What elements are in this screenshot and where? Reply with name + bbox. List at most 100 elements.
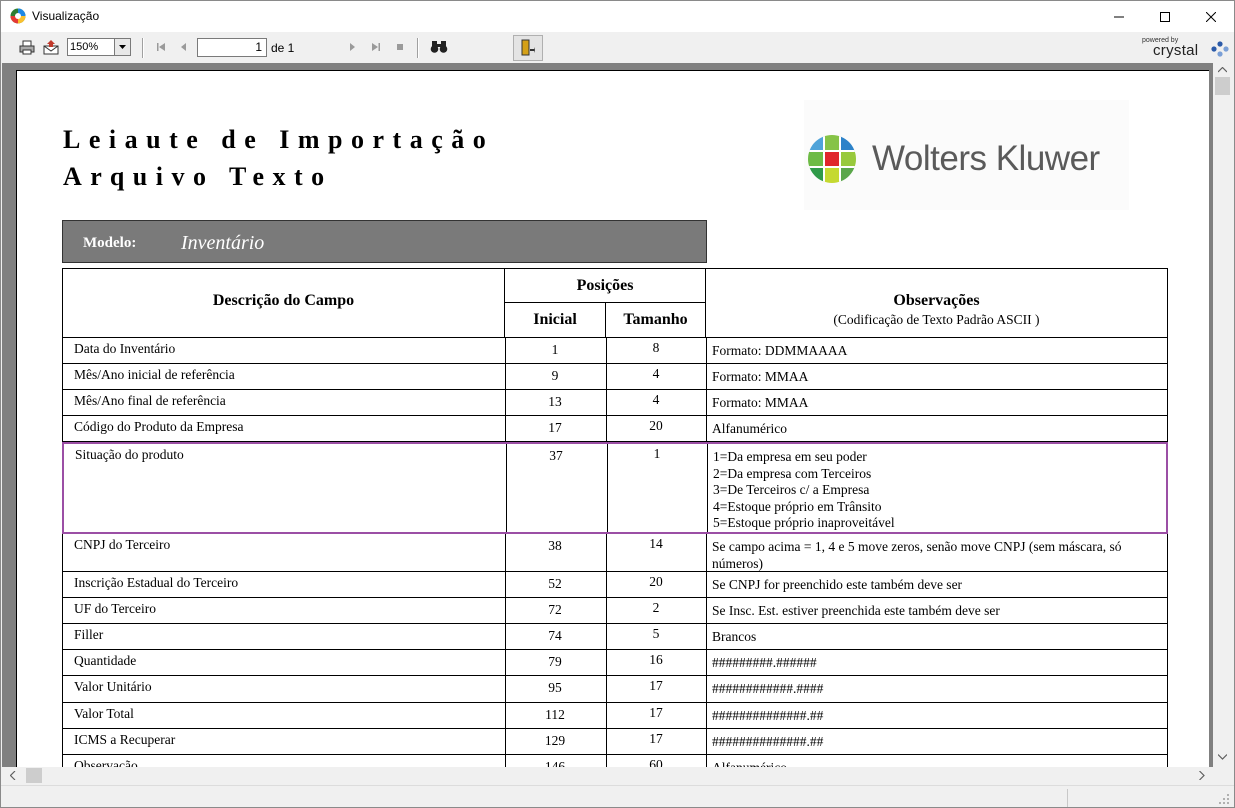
- window-title: Visualização: [32, 9, 100, 23]
- minimize-icon: [1114, 16, 1124, 17]
- cell-descricao: CNPJ do Terceiro: [74, 537, 171, 552]
- vertical-scrollbar[interactable]: [1213, 63, 1233, 767]
- cell-observacoes: Alfanumérico: [712, 760, 1162, 767]
- table-row: Inscrição Estadual do Terceiro 52 20 Se CNP…: [62, 572, 1168, 598]
- table-row: ICMS a Recuperar 129 17 ##############.##: [62, 729, 1168, 755]
- cell-inicial: 17: [548, 420, 562, 435]
- observacao-line: Formato: MMAA: [712, 395, 809, 410]
- binoculars-icon: [430, 41, 448, 53]
- zoom-value: 150%: [70, 41, 99, 53]
- maximize-button[interactable]: [1142, 1, 1188, 32]
- modelo-label: Modelo:: [83, 235, 137, 251]
- cell-inicial: 52: [548, 576, 562, 591]
- prev-page-button[interactable]: [175, 39, 193, 55]
- report-title: Leiaute de Importação Arquivo Texto: [63, 125, 495, 191]
- observacao-line: Se campo acima = 1, 4 e 5 move zeros, se…: [712, 539, 1122, 571]
- observacao-line: 3=De Terceiros c/ a Empresa: [713, 482, 870, 497]
- status-divider: [1067, 789, 1068, 807]
- export-button[interactable]: [513, 35, 543, 61]
- table-row: Situação do produto 37 1 1=Da empresa em se…: [62, 442, 1168, 534]
- cell-inicial: 72: [548, 602, 562, 617]
- header-observacoes: Observações (Codificação de Texto Padrão…: [705, 268, 1168, 338]
- cell-observacoes: 1=Da empresa em seu poder 2=Da empresa co…: [713, 449, 1163, 532]
- zoom-select[interactable]: 150%: [67, 38, 131, 56]
- observacao-line: #########.######: [712, 655, 817, 670]
- first-page-icon: [157, 43, 165, 51]
- cell-observacoes: Formato: DDMMAAAA: [712, 343, 1162, 360]
- cell-tamanho: 4: [652, 392, 660, 407]
- cell-observacoes: Alfanumérico: [712, 421, 1162, 438]
- toolbar: 150% 1 de 1 powered by crystal: [1, 32, 1234, 63]
- cell-divider: [706, 338, 707, 363]
- cell-observacoes: Formato: MMAA: [712, 369, 1162, 386]
- cell-inicial: 38: [548, 538, 562, 553]
- cell-inicial: 112: [545, 707, 565, 722]
- first-page-button[interactable]: [152, 39, 170, 55]
- cell-divider: [706, 729, 707, 754]
- scroll-left-icon[interactable]: [10, 771, 16, 780]
- page-number-input[interactable]: 1: [197, 38, 267, 57]
- maximize-icon: [1160, 11, 1170, 22]
- cell-observacoes: Brancos: [712, 629, 1162, 646]
- cell-divider: [706, 534, 707, 571]
- stop-button[interactable]: [391, 39, 409, 55]
- prev-page-icon: [181, 43, 186, 51]
- cell-divider: [706, 416, 707, 441]
- observacao-line: Alfanumérico: [712, 760, 1162, 767]
- observacao-line: Formato: MMAA: [712, 369, 809, 384]
- print-button[interactable]: [18, 39, 36, 55]
- horizontal-scroll-thumb[interactable]: [26, 768, 42, 783]
- report-viewport[interactable]: Leiaute de Importação Arquivo Texto Wolt…: [2, 63, 1233, 767]
- cell-tamanho: 4: [652, 366, 660, 381]
- toolbar-separator: [142, 38, 144, 58]
- cell-descricao: Valor Unitário: [74, 679, 152, 694]
- table-row: Data do Inventário 1 8 Formato: DDMMAAAA: [62, 338, 1168, 364]
- cell-descricao: Mês/Ano inicial de referência: [74, 367, 235, 382]
- observacao-line: Formato: DDMMAAAA: [712, 343, 848, 358]
- cell-descricao: Mês/Ano final de referência: [74, 393, 226, 408]
- cell-observacoes: Se CNPJ for preenchido este também deve …: [712, 577, 1162, 594]
- crystal-dots-icon: [1211, 41, 1229, 57]
- cell-divider: [707, 444, 708, 532]
- header-inicial: Inicial: [504, 302, 606, 338]
- scroll-up-icon[interactable]: [1218, 67, 1227, 73]
- wolters-kluwer-emblem-icon: [808, 135, 856, 183]
- wolters-kluwer-logo: Wolters Kluwer: [804, 100, 1129, 210]
- table-row: Quantidade 79 16 #########.######: [62, 650, 1168, 676]
- export-mail-button[interactable]: [42, 39, 60, 55]
- next-page-button[interactable]: [343, 39, 361, 55]
- resize-grip-icon[interactable]: [1218, 793, 1230, 805]
- cell-inicial: 37: [549, 448, 563, 463]
- close-icon: [1206, 11, 1216, 22]
- cell-tamanho: 17: [649, 678, 663, 693]
- observacao-line: ##############.##: [712, 708, 824, 723]
- chevron-down-icon: [114, 39, 130, 55]
- vertical-scroll-thumb[interactable]: [1215, 77, 1230, 95]
- cell-tamanho: 14: [649, 536, 663, 551]
- title-bar: Visualização: [1, 1, 1234, 32]
- page-count: de 1: [271, 41, 295, 55]
- minimize-button[interactable]: [1096, 1, 1142, 32]
- cell-inicial: 79: [548, 654, 562, 669]
- cell-descricao: Valor Total: [74, 706, 134, 721]
- table-row: Valor Total 112 17 ##############.##: [62, 703, 1168, 729]
- last-page-button[interactable]: [367, 39, 385, 55]
- scroll-right-icon[interactable]: [1199, 771, 1205, 780]
- cell-descricao: UF do Terceiro: [74, 601, 157, 616]
- close-button[interactable]: [1188, 1, 1234, 32]
- cell-divider: [706, 624, 707, 649]
- horizontal-scrollbar[interactable]: [2, 767, 1213, 784]
- cell-divider: [706, 390, 707, 415]
- cell-observacoes: ##############.##: [712, 708, 1162, 725]
- next-page-icon: [350, 43, 355, 51]
- cell-descricao: ICMS a Recuperar: [74, 732, 176, 747]
- cell-tamanho: 20: [649, 574, 663, 589]
- report-page: Leiaute de Importação Arquivo Texto Wolt…: [16, 70, 1209, 767]
- table-row: Código do Produto da Empresa 17 20 Alfanumé…: [62, 416, 1168, 442]
- stop-icon: [397, 44, 403, 50]
- cell-tamanho: 2: [652, 600, 660, 615]
- cell-descricao: Situação do produto: [75, 447, 184, 462]
- scroll-down-icon[interactable]: [1218, 754, 1227, 760]
- cell-inicial: 146: [544, 759, 566, 767]
- search-button[interactable]: [430, 39, 448, 55]
